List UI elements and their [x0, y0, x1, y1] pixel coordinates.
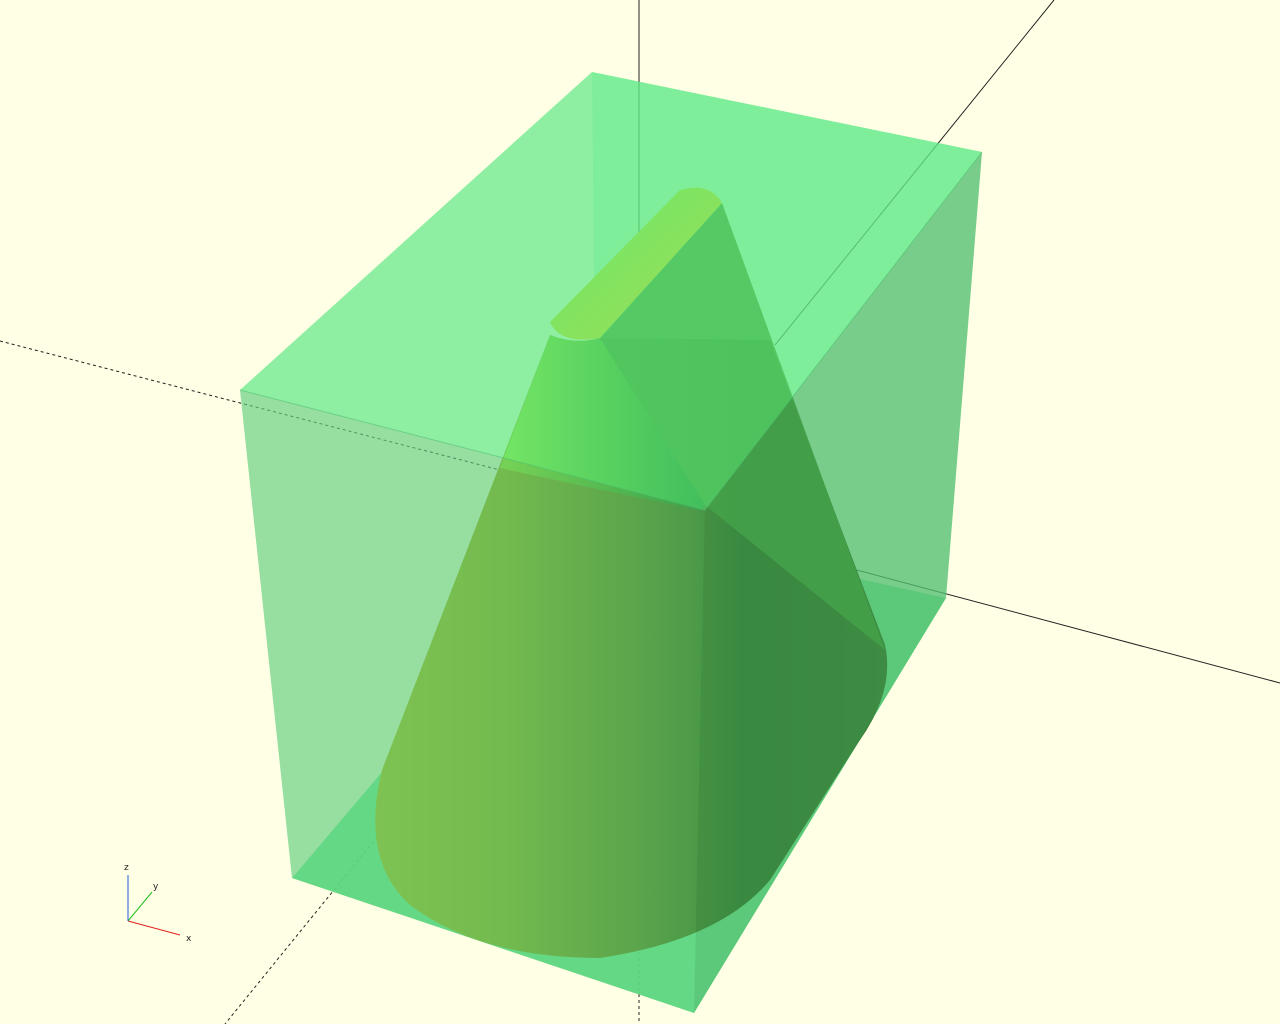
scene-canvas[interactable]: x y z: [0, 0, 1280, 1024]
axes-indicator: x y z: [124, 863, 192, 944]
axis-indicator-x: [127, 920, 181, 936]
axis-label-y: y: [153, 882, 159, 892]
3d-viewport[interactable]: x y z: [0, 0, 1280, 1024]
axis-label-z: z: [124, 863, 129, 873]
axis-label-x: x: [186, 934, 192, 944]
translucent-box-front: [239, 72, 983, 1013]
axis-indicator-y: [127, 891, 153, 922]
